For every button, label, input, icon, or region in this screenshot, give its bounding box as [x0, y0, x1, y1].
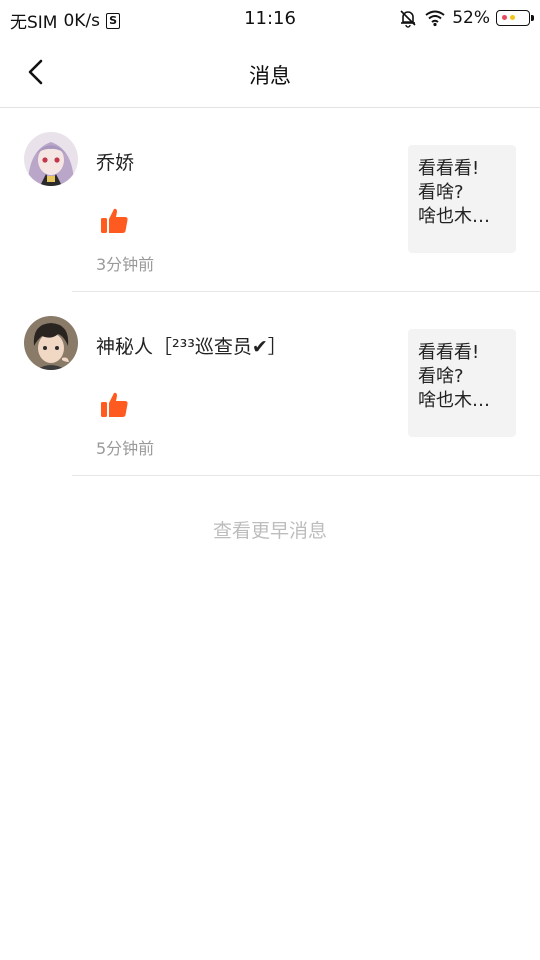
message-preview[interactable]: 看看看! 看啥? 啥也木… — [408, 329, 516, 437]
avatar[interactable] — [24, 132, 78, 186]
avatar-anime-boy-image — [24, 316, 78, 370]
battery-percent: 52% — [452, 8, 490, 28]
battery-dot-yellow — [510, 15, 515, 20]
battery-dot-red — [502, 15, 507, 20]
nav-bar: 消息 — [0, 38, 540, 108]
message-item[interactable]: 乔娇 3分钟前 看看看! 看啥? 啥也木… — [0, 108, 540, 292]
divider — [72, 475, 540, 476]
app-root: 无SIM 0K/s S 11:16 52% 消息 乔娇 3分钟前 看看看! 看啥… — [0, 0, 540, 960]
status-bar: 无SIM 0K/s S 11:16 52% — [0, 0, 540, 38]
message-time: 5分钟前 — [96, 439, 155, 458]
status-right: 52% — [398, 8, 534, 28]
avatar-anime-girl-image — [24, 132, 78, 186]
load-more-link[interactable]: 查看更早消息 — [0, 516, 540, 543]
username[interactable]: 乔娇 — [96, 148, 134, 175]
username[interactable]: 神秘人［²³³巡查员✔］ — [96, 332, 287, 359]
wifi-icon — [425, 10, 445, 27]
message-item[interactable]: 神秘人［²³³巡查员✔］ 5分钟前 看看看! 看啥? 啥也木… — [0, 292, 540, 476]
battery-icon — [496, 10, 534, 26]
thumbs-up-icon — [101, 208, 128, 233]
avatar[interactable] — [24, 316, 78, 370]
bell-muted-icon — [400, 10, 416, 28]
message-preview[interactable]: 看看看! 看啥? 啥也木… — [408, 145, 516, 253]
page-title: 消息 — [249, 64, 291, 88]
thumbs-up-icon — [101, 392, 128, 417]
message-time: 3分钟前 — [96, 255, 155, 274]
